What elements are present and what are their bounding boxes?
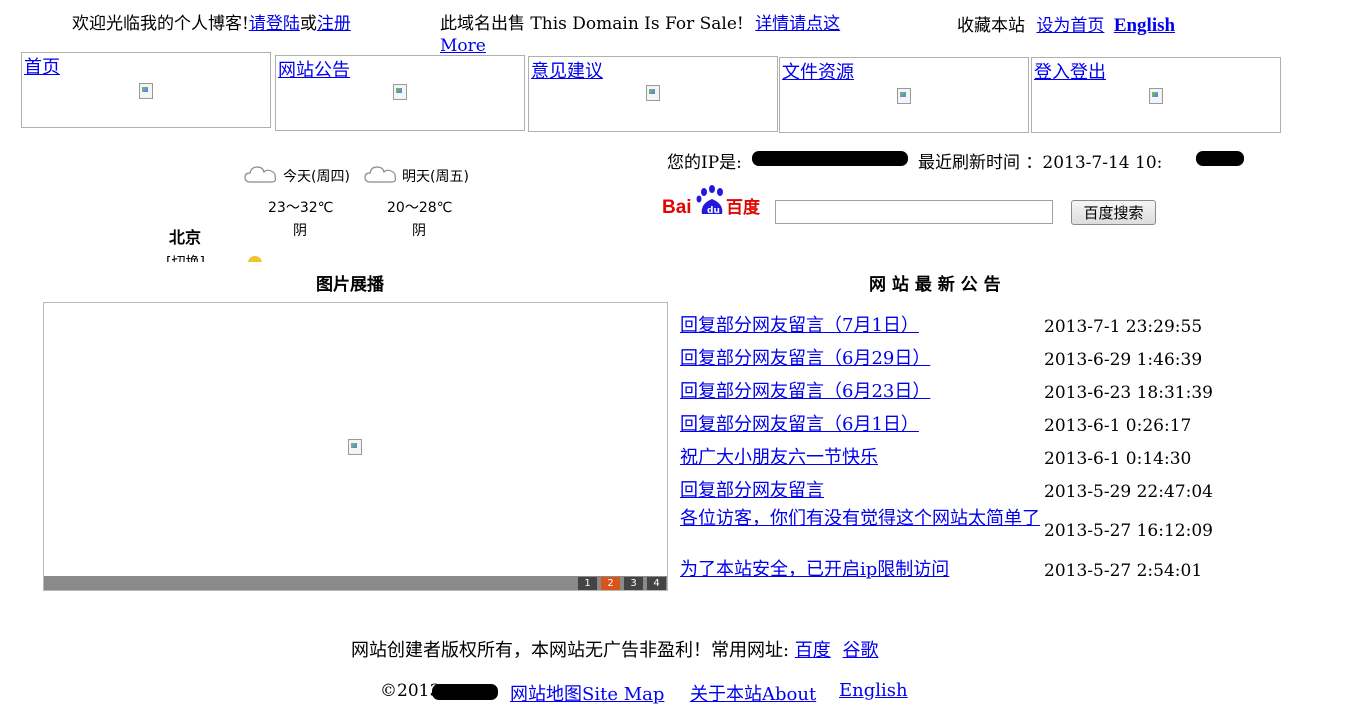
ip-redaction	[752, 151, 908, 166]
register-link[interactable]: 注册	[317, 14, 351, 34]
footer-about-link[interactable]: 关于本站About	[690, 680, 816, 706]
broken-image-icon	[393, 84, 407, 100]
svg-text:Bai: Bai	[662, 197, 692, 218]
weather-today-label: 今天(周四)	[283, 169, 350, 185]
nav-item-label[interactable]: 首页	[24, 53, 60, 79]
notice-date: 2013-7-1 23:29:55	[1044, 317, 1203, 337]
footer-copyright-text: 网站创建者版权所有，本网站无广告非盈利！常用网址:	[351, 640, 790, 661]
slide-page-3[interactable]: 3	[624, 577, 643, 590]
footer-baidu-link[interactable]: 百度	[795, 640, 831, 661]
baidu-search-button[interactable]: 百度搜索	[1071, 200, 1156, 225]
baidu-search-input[interactable]	[775, 200, 1053, 224]
broken-image-icon	[348, 439, 362, 455]
welcome-bar: 欢迎光临我的个人博客!请登陆或注册	[72, 9, 351, 34]
nav-item-label[interactable]: 登入登出	[1034, 58, 1106, 84]
footer-redaction	[432, 684, 498, 700]
footer-copyright: 网站创建者版权所有，本网站无广告非盈利！常用网址: 百度 谷歌	[351, 636, 879, 662]
notice-link[interactable]: 回复部分网友留言（6月29日）	[680, 348, 1042, 370]
english-link[interactable]: English	[1114, 15, 1175, 36]
notice-link[interactable]: 回复部分网友留言（6月23日）	[680, 381, 1042, 403]
nav-item-label[interactable]: 意见建议	[531, 57, 603, 83]
refresh-time: 最近刷新时间 ：2013-7-14 10:	[918, 153, 1163, 173]
weather-today-desc: 阴	[293, 223, 307, 239]
time-redaction	[1196, 151, 1244, 166]
ip-label: 您的IP是:	[667, 153, 742, 173]
notice-date: 2013-6-23 18:31:39	[1044, 383, 1213, 403]
notice-date: 2013-5-27 2:54:01	[1044, 561, 1203, 581]
nav-item-label[interactable]: 网站公告	[278, 56, 350, 82]
notice-link[interactable]: 回复部分网友留言（6月1日）	[680, 414, 1042, 436]
notice-date: 2013-6-29 1:46:39	[1044, 350, 1203, 370]
weather-tomorrow-temp: 20～28℃	[387, 200, 453, 216]
slideshow[interactable]: 1 2 3 4	[43, 302, 668, 591]
or-text: 或	[299, 14, 317, 34]
details-link[interactable]: 详情请点这	[755, 14, 840, 34]
broken-image-icon	[1149, 88, 1163, 104]
notice-link[interactable]: 回复部分网友留言	[680, 480, 1042, 502]
welcome-text: 欢迎光临我的个人博客!	[72, 14, 249, 34]
nav-item-login-logout[interactable]: 登入登出	[1031, 57, 1281, 133]
more-link[interactable]: More	[440, 36, 840, 56]
slide-page-1[interactable]: 1	[578, 577, 597, 590]
broken-image-icon	[646, 85, 660, 101]
notice-date: 2013-5-29 22:47:04	[1044, 482, 1213, 502]
notice-link[interactable]: 为了本站安全，已开启ip限制访问	[680, 559, 1042, 581]
footer-google-link[interactable]: 谷歌	[843, 640, 879, 661]
weather-city: 北京	[169, 228, 202, 247]
broken-image-icon	[139, 83, 153, 99]
weather-switch-link[interactable]: [切换]	[166, 252, 205, 262]
nav-item-announcements[interactable]: 网站公告	[275, 55, 525, 131]
weather-clip: [切换]	[160, 250, 280, 262]
domain-sale-notice: 此域名出售 This Domain Is For Sale! 详情请点这 Mor…	[440, 9, 840, 56]
svg-text:百度: 百度	[726, 197, 761, 218]
slideshow-title: 图片展播	[316, 275, 384, 295]
weather-today-temp: 23～32℃	[268, 200, 334, 216]
svg-text:du: du	[707, 206, 720, 216]
nav-item-files[interactable]: 文件资源	[779, 57, 1029, 133]
baidu-logo: Bai du 百度	[662, 185, 761, 218]
weather-tomorrow-desc: 阴	[412, 223, 426, 239]
sun-icon	[248, 256, 262, 262]
notices-title: 网 站 最 新 公 告	[869, 275, 1001, 295]
nav-item-label[interactable]: 文件资源	[782, 58, 854, 84]
bookmark-text: 收藏本站	[957, 16, 1025, 36]
slide-page-4[interactable]: 4	[647, 577, 666, 590]
nav-item-home[interactable]: 首页	[21, 52, 271, 128]
footer-sitemap-link[interactable]: 网站地图Site Map	[510, 680, 664, 706]
header-right: 收藏本站 设为首页 English	[957, 11, 1175, 37]
slide-page-2[interactable]: 2	[601, 577, 620, 590]
cloud-icon	[364, 164, 398, 184]
set-home-link[interactable]: 设为首页	[1036, 16, 1104, 36]
login-link[interactable]: 请登陆	[249, 14, 300, 34]
notice-link[interactable]: 回复部分网友留言（7月1日）	[680, 315, 1042, 337]
notice-date: 2013-6-1 0:26:17	[1044, 416, 1192, 436]
nav-item-feedback[interactable]: 意见建议	[528, 56, 778, 132]
notice-link[interactable]: 祝广大小朋友六一节快乐	[680, 447, 1042, 469]
domain-sale-text: 此域名出售 This Domain Is For Sale!	[440, 14, 744, 34]
notice-date: 2013-6-1 0:14:30	[1044, 449, 1192, 469]
broken-image-icon	[897, 88, 911, 104]
notice-link[interactable]: 各位访客，你们有没有觉得这个网站太简单了	[680, 508, 1042, 530]
weather-tomorrow-label: 明天(周五)	[402, 169, 469, 185]
cloud-icon	[244, 164, 278, 184]
notice-date: 2013-5-27 16:12:09	[1044, 521, 1213, 541]
footer-english-link[interactable]: English	[839, 680, 908, 701]
slideshow-pager-bar: 1 2 3 4	[44, 576, 667, 590]
